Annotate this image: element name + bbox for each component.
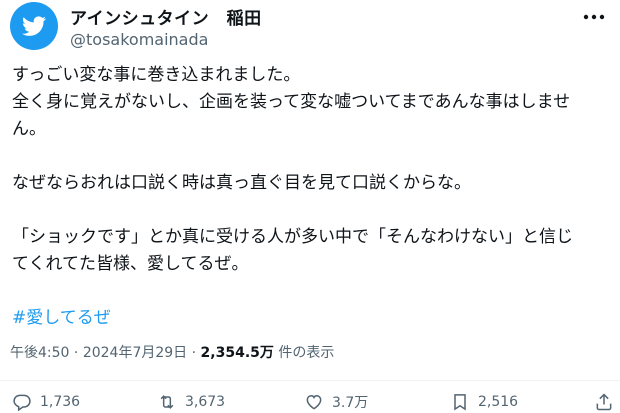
tweet-time[interactable]: 午後4:50 — [10, 345, 69, 361]
tweet-line: すっごい変な事に巻き込まれました。 — [12, 65, 301, 85]
twitter-bird-icon — [10, 2, 58, 50]
tweet-text: すっごい変な事に巻き込まれました。 全く身に覚えがないし、企画を装って変な嘘つい… — [12, 62, 612, 332]
action-bar: 1,736 3,673 3.7万 2,516 — [12, 392, 612, 413]
views-label: 件の表示 — [278, 345, 335, 361]
reply-icon — [13, 394, 31, 412]
repost-icon — [160, 395, 174, 409]
tweet-line: てくれてた皆様、愛してるぜ。 — [12, 254, 249, 274]
repost-button[interactable]: 3,673 — [157, 392, 225, 412]
tweet-header: アインシュタイン 稲田 @tosakomainada — [10, 2, 610, 52]
bookmark-button[interactable]: 2,516 — [450, 392, 518, 412]
tweet-line: なぜならおれは口説く時は真っ直ぐ目を見て口説くからな。 — [12, 173, 471, 193]
tweet-line: ん。 — [12, 119, 46, 139]
tweet-meta: 午後4:50 · 2024年7月29日 · 2,354.5万 件の表示 — [10, 342, 334, 362]
bookmark-count: 2,516 — [478, 394, 519, 410]
views-count: 2,354.5万 — [200, 345, 274, 361]
like-button[interactable]: 3.7万 — [304, 392, 368, 412]
reply-button[interactable]: 1,736 — [12, 392, 80, 412]
tweet-line: 全く身に覚えがないし、企画を装って変な嘘ついてまであんな事はしませ — [12, 92, 571, 112]
more-options-button[interactable] — [580, 6, 608, 28]
meta-separator: · — [191, 345, 197, 361]
share-button[interactable] — [594, 392, 620, 412]
user-handle[interactable]: @tosakomainada — [70, 30, 208, 49]
divider — [0, 380, 620, 381]
like-icon — [306, 394, 322, 410]
avatar[interactable] — [10, 2, 58, 50]
bookmark-icon — [454, 394, 466, 411]
tweet-line: 「ショックです」とか真に受ける人が多い中で「そんなわけない」と信じ — [12, 227, 573, 247]
meta-separator: · — [73, 345, 79, 361]
tweet-date[interactable]: 2024年7月29日 — [83, 345, 187, 361]
display-name[interactable]: アインシュタイン 稲田 — [70, 4, 262, 29]
hashtag-link[interactable]: #愛してるぜ — [12, 305, 612, 332]
repost-count: 3,673 — [185, 394, 226, 410]
share-icon — [596, 393, 612, 411]
more-icon — [583, 14, 605, 20]
like-count: 3.7万 — [332, 395, 369, 411]
reply-count: 1,736 — [40, 394, 81, 410]
